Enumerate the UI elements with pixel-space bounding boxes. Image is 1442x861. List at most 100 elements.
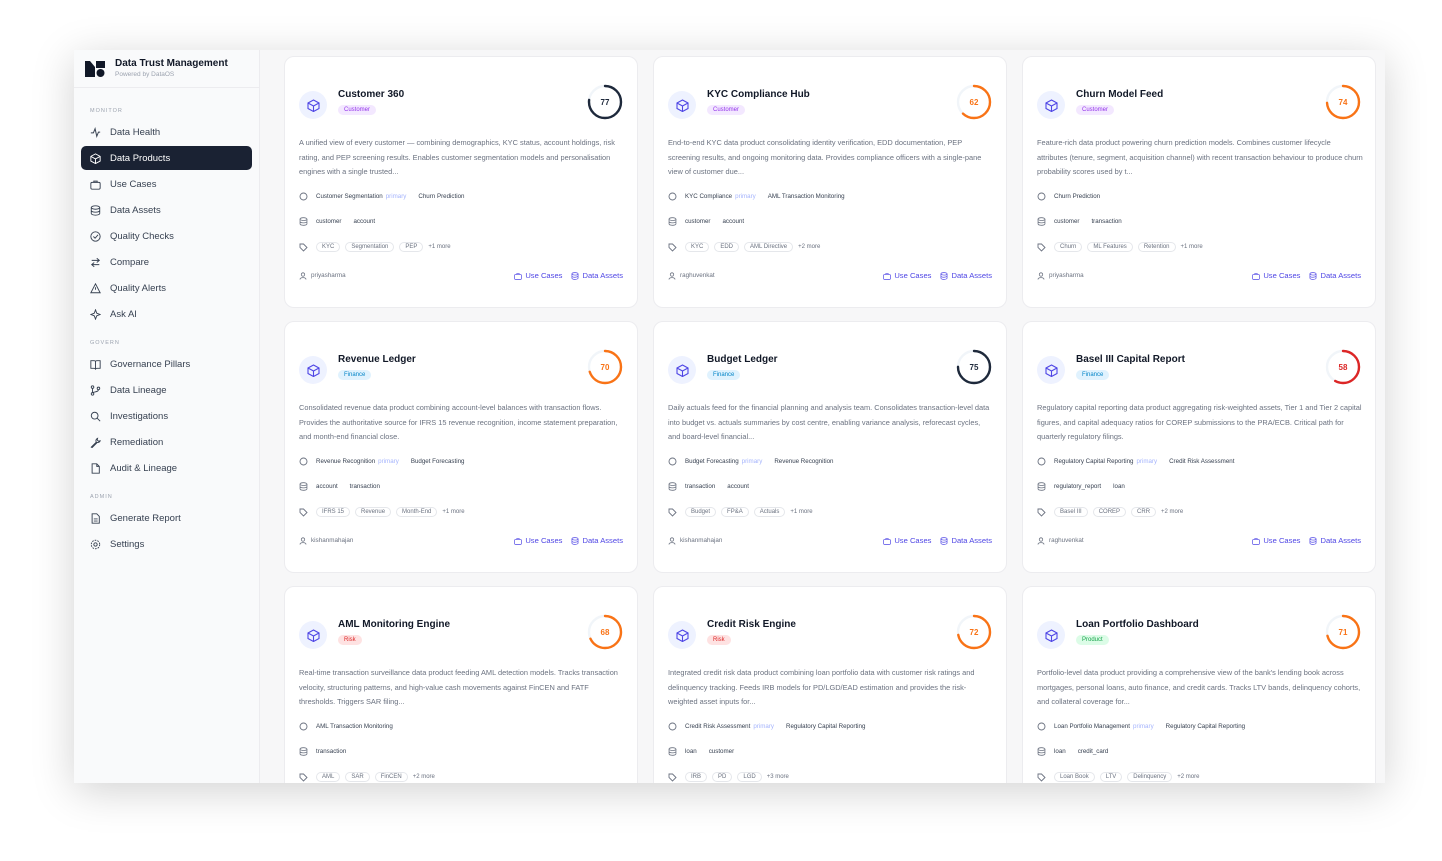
use-case-link[interactable]: Revenue Recognition primary xyxy=(316,458,399,465)
assets-row: customer transaction xyxy=(1037,217,1134,226)
link-label: Data Assets xyxy=(951,536,992,545)
asset-link[interactable]: regulatory_report xyxy=(1054,483,1101,490)
sidebar-item-remediation[interactable]: Remediation xyxy=(81,430,252,454)
data-product-card[interactable]: Credit Risk Engine Risk 72 Integrated credi… xyxy=(653,586,1007,783)
asset-link[interactable]: account xyxy=(727,483,749,490)
owner: kishanmahajan xyxy=(299,536,505,545)
use-case-link[interactable]: AML Transaction Monitoring xyxy=(768,193,845,200)
asset-link[interactable]: customer xyxy=(1054,218,1079,225)
sidebar-item-data-health[interactable]: Data Health xyxy=(81,120,252,144)
data-product-card[interactable]: AML Monitoring Engine Risk 68 Real-time tra… xyxy=(284,586,638,783)
more-tags[interactable]: +1 more xyxy=(428,244,450,250)
card-description: Feature-rich data product powering churn… xyxy=(1037,138,1363,176)
use-case-link[interactable]: Budget Forecasting primary xyxy=(685,458,762,465)
asset-link[interactable]: customer xyxy=(709,748,734,755)
more-tags[interactable]: +1 more xyxy=(790,509,812,515)
more-tags[interactable]: +2 more xyxy=(798,244,820,250)
use-case-link[interactable]: Credit Risk Assessment primary xyxy=(685,723,774,730)
card-title[interactable]: Budget Ledger xyxy=(707,354,778,365)
data-assets-link[interactable]: Data Assets xyxy=(940,536,992,545)
use-case-link[interactable]: Revenue Recognition xyxy=(774,458,833,465)
tags-row: IRB PD LGD +3 more xyxy=(668,772,789,782)
asset-link[interactable]: transaction xyxy=(685,483,715,490)
use-case-link[interactable]: Churn Prediction xyxy=(1054,193,1100,200)
sidebar-item-governance-pillars[interactable]: Governance Pillars xyxy=(81,352,252,376)
domain-badge: Finance xyxy=(338,370,372,380)
sidebar-item-data-lineage[interactable]: Data Lineage xyxy=(81,378,252,402)
briefcase-icon xyxy=(1252,537,1263,545)
use-case-link[interactable]: Budget Forecasting xyxy=(411,458,465,465)
target-icon xyxy=(1037,457,1054,466)
asset-link[interactable]: customer xyxy=(685,218,710,225)
use-cases-link[interactable]: Use Cases xyxy=(514,271,562,280)
card-title[interactable]: Loan Portfolio Dashboard xyxy=(1076,619,1199,630)
use-case-link[interactable]: AML Transaction Monitoring xyxy=(316,723,393,730)
card-title[interactable]: KYC Compliance Hub xyxy=(707,89,810,100)
card-title[interactable]: Credit Risk Engine xyxy=(707,619,796,630)
asset-link[interactable]: loan xyxy=(1113,483,1125,490)
data-product-card[interactable]: Basel III Capital Report Finance 58 Regulat… xyxy=(1022,321,1376,573)
data-product-card[interactable]: KYC Compliance Hub Customer 62 End-to-end K… xyxy=(653,56,1007,308)
use-cases-link[interactable]: Use Cases xyxy=(1252,271,1300,280)
use-case-link[interactable]: Customer Segmentation primary xyxy=(316,193,406,200)
use-case-link[interactable]: Churn Prediction xyxy=(418,193,464,200)
asset-link[interactable]: loan xyxy=(685,748,697,755)
use-cases-link[interactable]: Use Cases xyxy=(883,536,931,545)
use-cases-link[interactable]: Use Cases xyxy=(1252,536,1300,545)
data-product-card[interactable]: Churn Model Feed Customer 74 Feature-rich d… xyxy=(1022,56,1376,308)
asset-link[interactable]: account xyxy=(353,218,375,225)
more-tags[interactable]: +2 more xyxy=(1177,774,1199,780)
asset-link[interactable]: account xyxy=(722,218,744,225)
card-title[interactable]: Customer 360 xyxy=(338,89,404,100)
more-tags[interactable]: +2 more xyxy=(1161,509,1183,515)
sidebar-item-quality-checks[interactable]: Quality Checks xyxy=(81,224,252,248)
card-title[interactable]: AML Monitoring Engine xyxy=(338,619,450,630)
asset-link[interactable]: transaction xyxy=(350,483,380,490)
more-tags[interactable]: +3 more xyxy=(767,774,789,780)
sidebar-item-data-products[interactable]: Data Products xyxy=(81,146,252,170)
data-product-card[interactable]: Budget Ledger Finance 75 Daily actuals feed… xyxy=(653,321,1007,573)
sidebar-item-settings[interactable]: Settings xyxy=(81,532,252,556)
use-case-link[interactable]: Credit Risk Assessment xyxy=(1169,458,1234,465)
cube-icon xyxy=(90,152,110,164)
more-tags[interactable]: +1 more xyxy=(1181,244,1203,250)
sidebar-item-audit-lineage[interactable]: Audit & Lineage xyxy=(81,456,252,480)
asset-link[interactable]: loan xyxy=(1054,748,1066,755)
more-tags[interactable]: +2 more xyxy=(413,774,435,780)
sidebar-item-label: Data Lineage xyxy=(110,384,167,396)
more-tags[interactable]: +1 more xyxy=(442,509,464,515)
use-cases-link[interactable]: Use Cases xyxy=(514,536,562,545)
sidebar-item-compare[interactable]: Compare xyxy=(81,250,252,274)
use-cases-link[interactable]: Use Cases xyxy=(883,271,931,280)
card-title[interactable]: Churn Model Feed xyxy=(1076,89,1163,100)
sidebar-item-ask-ai[interactable]: Ask AI xyxy=(81,302,252,326)
use-case-link[interactable]: Loan Portfolio Management primary xyxy=(1054,723,1154,730)
use-cases-row: Churn Prediction xyxy=(1037,192,1112,201)
sidebar-item-data-assets[interactable]: Data Assets xyxy=(81,198,252,222)
asset-link[interactable]: customer xyxy=(316,218,341,225)
data-product-card[interactable]: Revenue Ledger Finance 70 Consolidated reve… xyxy=(284,321,638,573)
use-case-link[interactable]: KYC Compliance primary xyxy=(685,193,756,200)
sidebar-item-use-cases[interactable]: Use Cases xyxy=(81,172,252,196)
data-assets-link[interactable]: Data Assets xyxy=(571,271,623,280)
data-assets-link[interactable]: Data Assets xyxy=(1309,271,1361,280)
data-assets-link[interactable]: Data Assets xyxy=(571,536,623,545)
sidebar-item-investigations[interactable]: Investigations xyxy=(81,404,252,428)
data-product-card[interactable]: Customer 360 Customer 77 A unified view of … xyxy=(284,56,638,308)
sidebar-item-generate-report[interactable]: Generate Report xyxy=(81,506,252,530)
asset-link[interactable]: transaction xyxy=(316,748,346,755)
data-assets-link[interactable]: Data Assets xyxy=(1309,536,1361,545)
link-label: Use Cases xyxy=(1263,271,1301,280)
data-product-card[interactable]: Loan Portfolio Dashboard Product 71 Portfol… xyxy=(1022,586,1376,783)
use-case-link[interactable]: Regulatory Capital Reporting xyxy=(786,723,865,730)
data-assets-link[interactable]: Data Assets xyxy=(940,271,992,280)
tag-chip: AML xyxy=(316,772,341,782)
sidebar-item-quality-alerts[interactable]: Quality Alerts xyxy=(81,276,252,300)
use-case-link[interactable]: Regulatory Capital Reporting primary xyxy=(1054,458,1157,465)
card-title[interactable]: Basel III Capital Report xyxy=(1076,354,1185,365)
asset-link[interactable]: credit_card xyxy=(1078,748,1109,755)
asset-link[interactable]: transaction xyxy=(1091,218,1121,225)
asset-link[interactable]: account xyxy=(316,483,338,490)
card-title[interactable]: Revenue Ledger xyxy=(338,354,416,365)
use-case-link[interactable]: Regulatory Capital Reporting xyxy=(1166,723,1245,730)
